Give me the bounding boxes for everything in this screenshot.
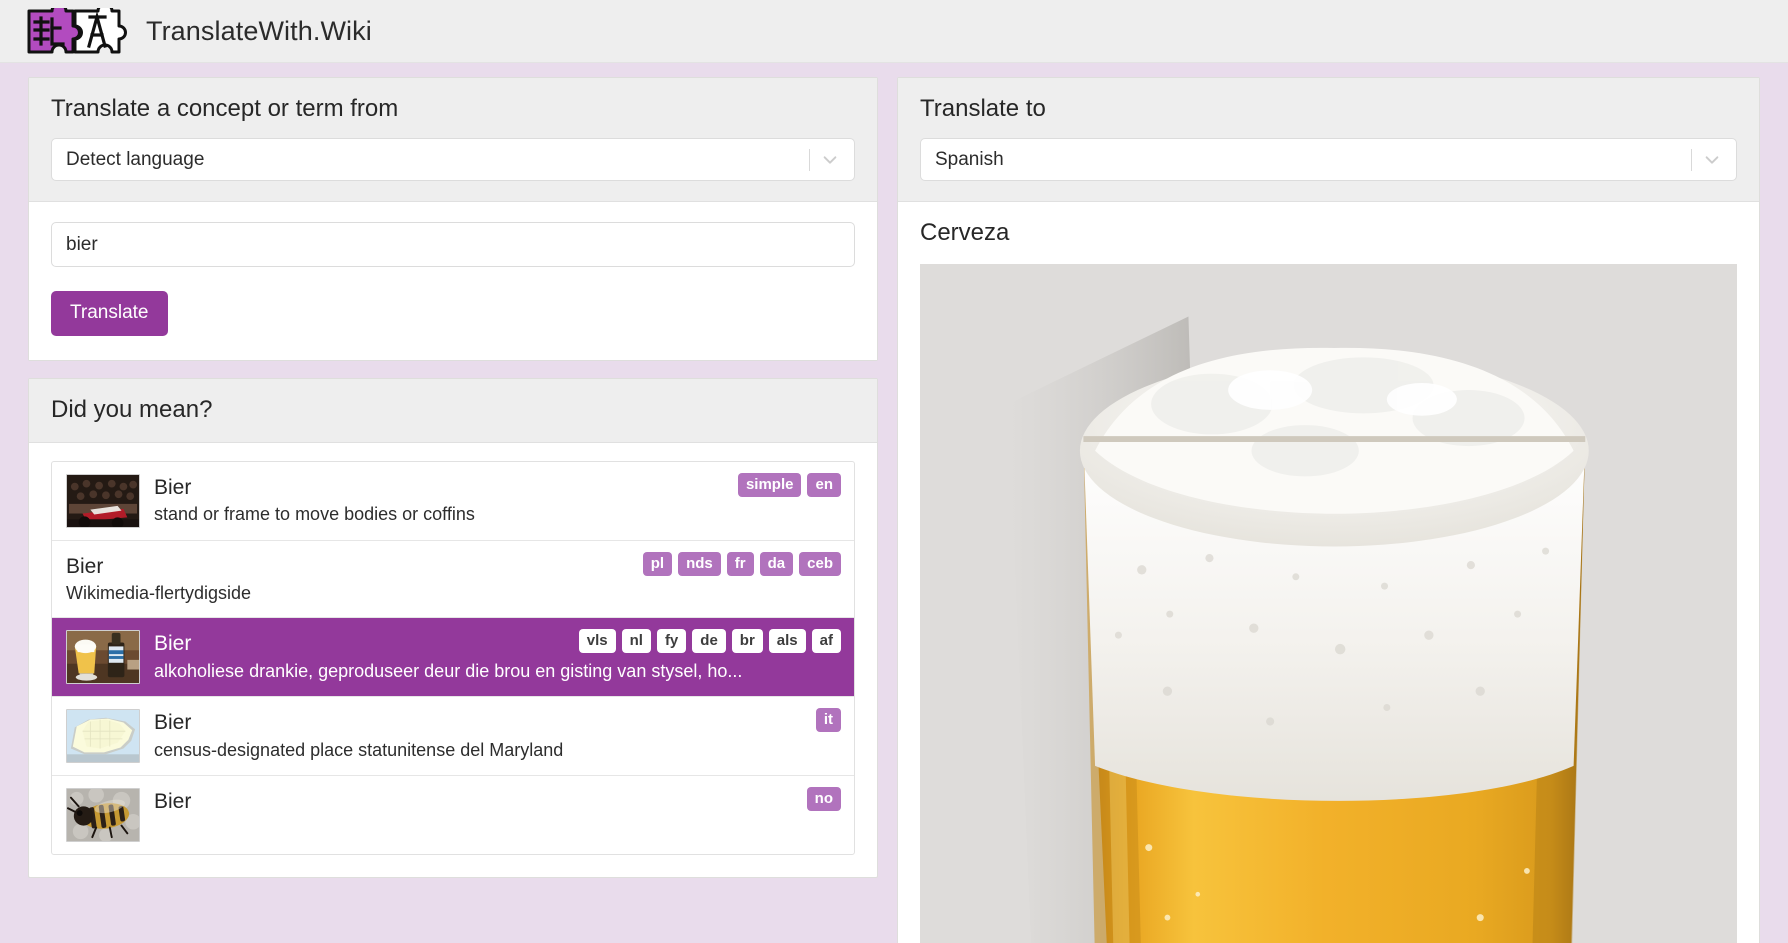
language-badge[interactable]: br — [731, 629, 763, 654]
source-language-value: Detect language — [66, 150, 205, 170]
select-separator — [1691, 148, 1692, 171]
language-badge[interactable]: en — [807, 472, 841, 497]
left-column: Translate a concept or term from Detect … — [28, 77, 878, 879]
language-badge-group: it — [815, 708, 841, 733]
language-badge-group: vls nl fy de br als af — [578, 629, 841, 654]
language-badge[interactable]: fy — [656, 629, 687, 654]
app-title: TranslateWith.Wiki — [146, 15, 372, 46]
language-badge[interactable]: vls — [578, 629, 616, 654]
chevron-down-icon[interactable] — [1702, 150, 1722, 170]
usa-map-thumb-image — [66, 709, 140, 764]
language-badge[interactable]: da — [759, 551, 794, 576]
language-badge-group: pl nds fr da ceb — [642, 551, 841, 576]
chevron-down-icon[interactable] — [820, 150, 840, 170]
language-badge[interactable]: de — [692, 629, 726, 654]
suggestion-row[interactable]: Bier alkoholiese drankie, geproduseer deu… — [52, 618, 854, 698]
target-panel: Translate to Spanish Cerveza — [897, 77, 1760, 943]
puzzle-pieces-logo-icon — [26, 2, 130, 55]
translation-result-title: Cerveza — [920, 219, 1010, 247]
suggestion-title: Bier — [154, 711, 192, 735]
translate-button[interactable]: Translate — [51, 291, 168, 337]
suggestion-row[interactable]: Bier census-designated place statunitense… — [52, 697, 854, 777]
language-badge-group: simple en — [737, 472, 841, 497]
target-panel-body: Cerveza — [898, 202, 1759, 943]
language-badge[interactable]: als — [768, 629, 806, 654]
suggestion-list: Bier stand or frame to move bodies or cof… — [51, 460, 855, 856]
source-language-select[interactable]: Detect language — [51, 138, 855, 182]
source-panel-header: Translate a concept or term from Detect … — [29, 78, 877, 203]
suggestion-content: Bier — [154, 788, 840, 817]
source-panel: Translate a concept or term from Detect … — [28, 77, 878, 362]
select-separator — [809, 148, 810, 171]
language-badge[interactable]: pl — [642, 551, 673, 576]
app-header: TranslateWith.Wiki — [0, 0, 1788, 63]
search-term-input[interactable] — [51, 222, 855, 268]
language-badge[interactable]: nl — [621, 629, 651, 654]
did-you-mean-header: Did you mean? — [29, 379, 877, 443]
did-you-mean-body: Bier stand or frame to move bodies or cof… — [29, 443, 877, 878]
language-badge[interactable]: it — [815, 708, 841, 733]
did-you-mean-panel: Did you mean? Bier stand or frame to move… — [28, 378, 878, 879]
language-badge[interactable]: simple — [737, 472, 802, 497]
did-you-mean-title: Did you mean? — [51, 396, 213, 424]
coffin-ceremony-thumb-image — [66, 473, 140, 528]
suggestion-title: Bier — [154, 790, 192, 814]
source-panel-title: Translate a concept or term from — [51, 95, 399, 122]
beer-glass-bottle-thumb-image — [66, 630, 140, 685]
brand[interactable]: TranslateWith.Wiki — [26, 2, 372, 55]
language-badge[interactable]: nds — [678, 551, 721, 576]
suggestion-description: Wikimedia-flertydigside — [66, 582, 252, 603]
suggestion-description: stand or frame to move bodies or coffins — [154, 503, 475, 524]
language-badge-group: no — [806, 787, 841, 812]
target-language-select[interactable]: Spanish — [920, 138, 1737, 182]
suggestion-row[interactable]: Bier Wikimedia-flertydigside pl nds fr da ceb — [52, 541, 854, 619]
suggestion-description: alkoholiese drankie, geproduseer deur di… — [154, 660, 743, 681]
suggestion-content: Bier census-designated place statunitense… — [154, 709, 840, 762]
bee-thumb-image — [66, 788, 140, 843]
target-panel-title: Translate to — [920, 95, 1046, 122]
right-column: Translate to Spanish Cerveza — [897, 77, 1760, 943]
page-body: Translate a concept or term from Detect … — [0, 63, 1788, 943]
suggestion-row[interactable]: Bier stand or frame to move bodies or cof… — [52, 462, 854, 541]
target-language-value: Spanish — [935, 150, 1004, 170]
language-badge[interactable]: ceb — [799, 551, 841, 576]
suggestion-row[interactable]: Bier no — [52, 776, 854, 854]
target-panel-header: Translate to Spanish — [898, 78, 1759, 203]
glass-of-beer-photo — [920, 263, 1737, 943]
language-badge[interactable]: fr — [726, 551, 754, 576]
language-badge[interactable]: af — [811, 629, 841, 654]
suggestion-description: census-designated place statunitense del… — [154, 739, 564, 760]
source-panel-body: Translate — [29, 202, 877, 361]
language-badge[interactable]: no — [806, 787, 841, 812]
